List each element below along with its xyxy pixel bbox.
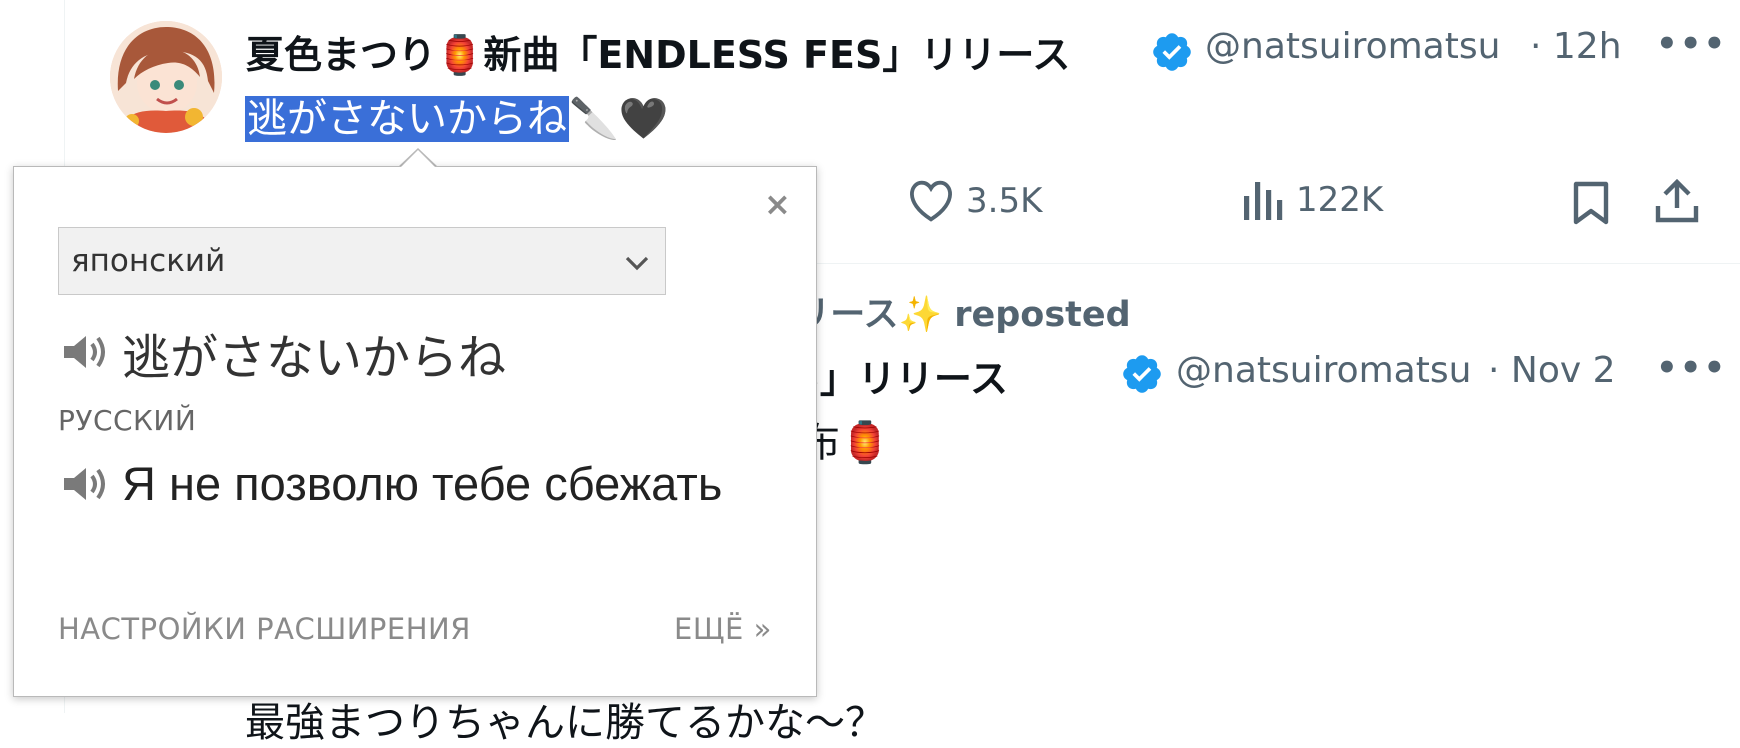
- target-language-label: РУССКИЙ: [58, 404, 197, 437]
- avatar[interactable]: [110, 21, 222, 133]
- more-icon[interactable]: •••: [1656, 348, 1727, 388]
- more-icon[interactable]: •••: [1656, 24, 1727, 64]
- views-icon: [1244, 182, 1283, 220]
- popup-arrow-inner: [400, 150, 436, 168]
- speaker-icon[interactable]: [62, 332, 108, 376]
- close-icon[interactable]: ×: [764, 185, 791, 223]
- source-language-value: японский: [71, 243, 226, 279]
- view-count: 122K: [1296, 180, 1384, 220]
- tweet-time[interactable]: · 12h: [1530, 26, 1622, 67]
- source-language-select[interactable]: японский: [58, 227, 666, 295]
- translation-text[interactable]: Я не позволю тебе сбежать: [122, 456, 722, 511]
- source-text[interactable]: 逃がさないからね: [122, 318, 506, 388]
- verified-badge-icon: [1120, 352, 1164, 400]
- heart-icon: [910, 180, 952, 222]
- share-icon[interactable]: [1654, 178, 1700, 228]
- tweet-text-2-bottom: 最強まつりちゃんに勝てるかな〜？: [245, 700, 885, 746]
- tweet-text: 逃がさないからね🔪🖤: [245, 86, 669, 144]
- chevron-down-icon: [625, 256, 649, 271]
- speaker-icon[interactable]: [62, 464, 108, 508]
- author-handle-2[interactable]: @natsuiromatsu: [1176, 350, 1486, 391]
- repost-suffix: reposted: [954, 295, 1131, 335]
- tweet-emoji: 🔪🖤: [569, 96, 669, 142]
- verified-badge-icon: [1150, 30, 1194, 78]
- bookmark-icon[interactable]: [1572, 180, 1610, 230]
- selected-text[interactable]: 逃がさないからね: [245, 96, 569, 142]
- tweet-time-2[interactable]: · Nov 2: [1488, 350, 1616, 391]
- extension-settings-link[interactable]: НАСТРОЙКИ РАСШИРЕНИЯ: [58, 612, 471, 646]
- like-count: 3.5K: [966, 181, 1043, 221]
- like-button[interactable]: 3.5K: [908, 180, 1042, 222]
- author-name[interactable]: 夏色まつり🏮新曲「ENDLESS FES」リリース: [246, 24, 1070, 79]
- more-link[interactable]: ЕЩЁ »: [674, 612, 772, 646]
- author-handle[interactable]: @natsuiromatsu: [1205, 26, 1527, 67]
- views-button[interactable]: 122K: [1242, 180, 1383, 220]
